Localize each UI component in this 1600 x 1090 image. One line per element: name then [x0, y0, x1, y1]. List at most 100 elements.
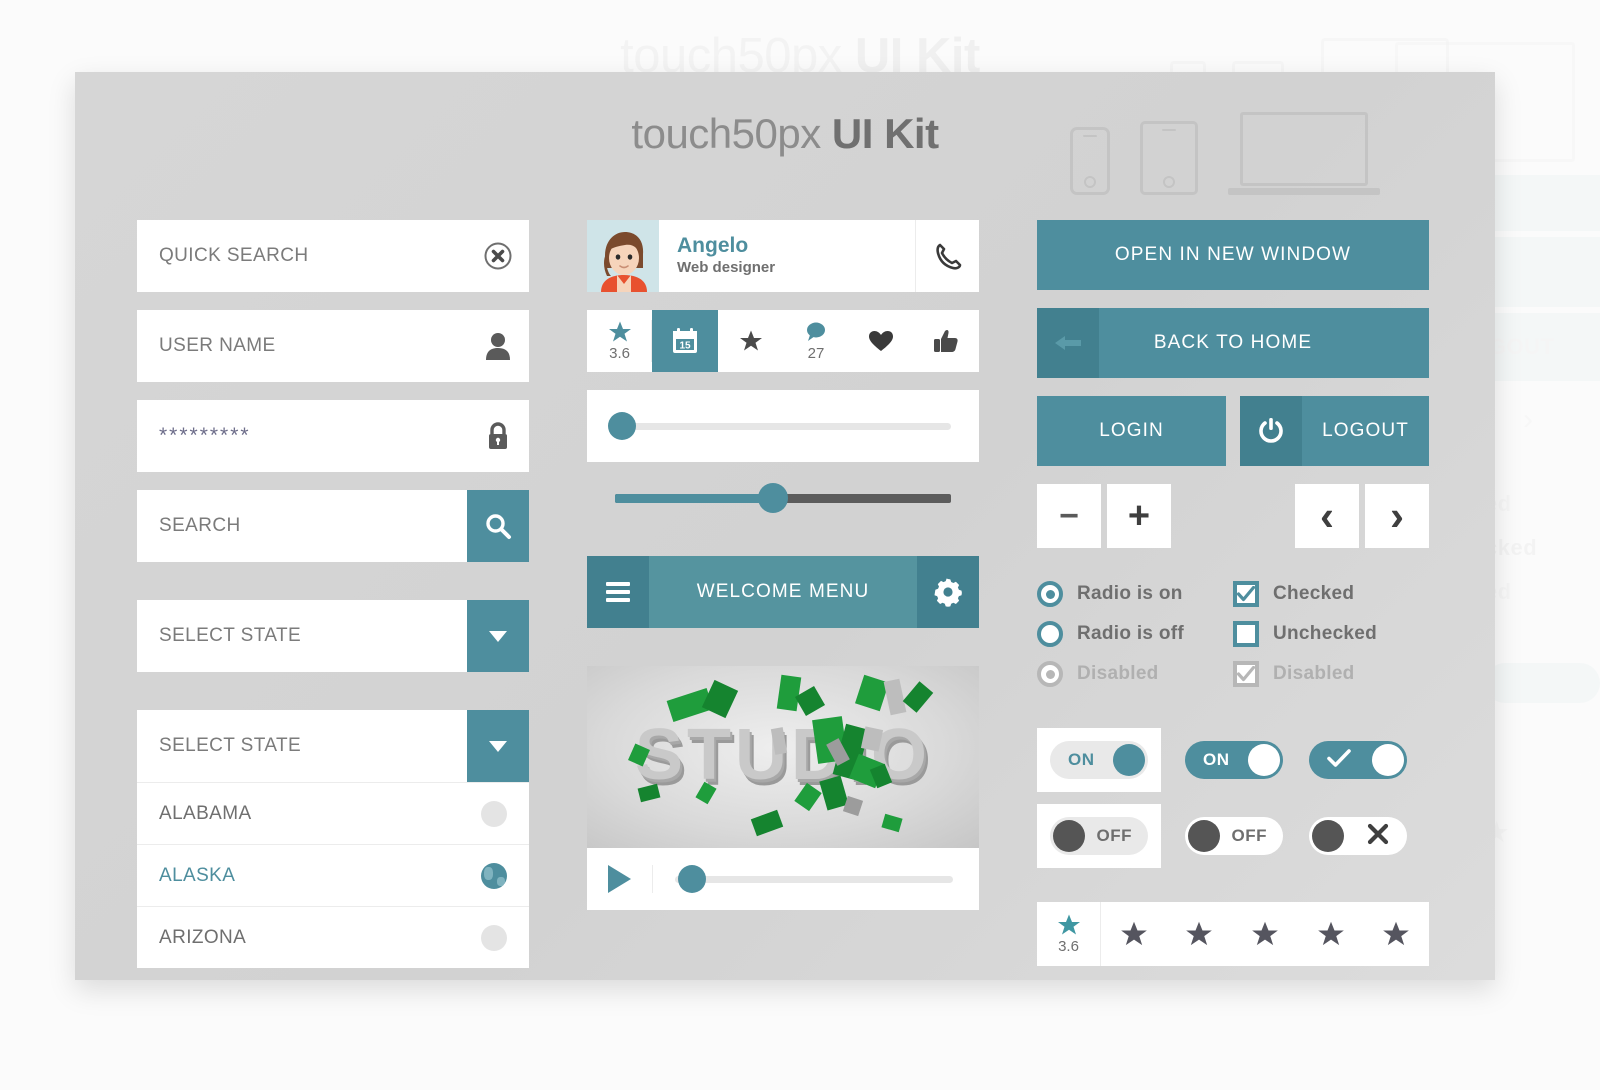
radio-off-label: Radio is off — [1077, 623, 1185, 644]
rating-star-3[interactable] — [1232, 902, 1298, 966]
checkbox-checked[interactable]: Checked — [1233, 574, 1429, 614]
list-item[interactable]: ALASKA — [137, 844, 529, 906]
list-item[interactable]: ARIZONA — [137, 906, 529, 968]
player-progress-knob[interactable] — [677, 865, 706, 893]
rating-star-1[interactable] — [1101, 902, 1167, 966]
list-item[interactable]: ALABAMA — [137, 782, 529, 844]
ghost-bar — [1485, 237, 1600, 307]
checkbox-disabled-label: Disabled — [1273, 663, 1355, 684]
chevron-down-icon[interactable] — [467, 600, 529, 672]
ui-kit-panel: touch50px UI Kit QUICK SEARCH USER NAME … — [75, 72, 1495, 980]
toggle-knob[interactable] — [1248, 744, 1280, 776]
slider-fill — [615, 493, 773, 503]
globe-icon — [481, 862, 507, 889]
quick-search-field[interactable]: QUICK SEARCH — [137, 220, 529, 292]
chevron-right-icon: › — [1390, 492, 1404, 540]
toggle-knob[interactable] — [1053, 820, 1085, 852]
calendar-icon[interactable]: 15 — [652, 310, 719, 372]
video-thumbnail[interactable]: STUDIO — [587, 666, 979, 848]
chevron-down-icon[interactable] — [467, 710, 529, 782]
checkbox-icon[interactable] — [1233, 581, 1259, 607]
slider-knob[interactable] — [757, 483, 788, 513]
thumbs-up-icon[interactable] — [914, 310, 979, 372]
slider-knob[interactable] — [607, 412, 636, 440]
bare-slider[interactable] — [587, 478, 979, 518]
back-to-home-button[interactable]: BACK TO HOME — [1037, 308, 1429, 378]
slider-card[interactable] — [587, 390, 979, 462]
search-field[interactable]: SEARCH — [137, 490, 529, 562]
open-new-window-button[interactable]: OPEN IN NEW WINDOW — [1037, 220, 1429, 290]
stepper-minus-button[interactable]: − — [1037, 484, 1101, 548]
toggle-on-solid[interactable]: ON — [1185, 741, 1283, 779]
user-icon — [467, 332, 529, 360]
ghost-frag-3: ed — [1485, 579, 1512, 604]
radio-icon[interactable] — [1037, 581, 1063, 607]
comment-icon[interactable]: 27 — [783, 310, 848, 372]
middle-column: Angelo Web designer 3.6 15 27 WELCOME ME… — [587, 220, 979, 968]
toggle-row-on: ON ON — [1037, 728, 1429, 792]
rating-star-2[interactable] — [1167, 902, 1233, 966]
checkbox-icon[interactable] — [1233, 621, 1259, 647]
rating-value: 3.6 — [609, 345, 631, 362]
user-name-field[interactable]: USER NAME — [137, 310, 529, 382]
rating-star-4[interactable] — [1298, 902, 1364, 966]
chevron-left-icon: ‹ — [1320, 492, 1334, 540]
hamburger-icon[interactable] — [587, 556, 649, 628]
toggle-on-framed[interactable]: ON — [1050, 741, 1148, 779]
toggle-on-framed-label: ON — [1068, 750, 1095, 769]
phone-device-icon — [1070, 127, 1110, 195]
page-title-light: touch50px — [631, 110, 821, 157]
radio-icon[interactable] — [1037, 621, 1063, 647]
toggle-off-solid[interactable]: OFF — [1185, 817, 1283, 855]
toggle-knob[interactable] — [1312, 820, 1344, 852]
toggle-off-cross[interactable] — [1309, 817, 1407, 855]
radio-disabled: Disabled — [1037, 654, 1233, 694]
player-controls — [587, 848, 979, 910]
radio-checkbox-group: Radio is on Radio is off Disabled Checke… — [1037, 574, 1429, 694]
rating-widget[interactable]: 3.6 — [1037, 902, 1429, 966]
star-icon[interactable] — [718, 310, 783, 372]
login-button[interactable]: LOGIN — [1037, 396, 1226, 466]
phone-icon[interactable] — [915, 220, 979, 292]
plus-icon: + — [1127, 495, 1151, 537]
comment-count: 27 — [807, 345, 825, 362]
player-progress-track[interactable] — [675, 865, 953, 893]
select-state-collapsed[interactable]: SELECT STATE — [137, 600, 529, 672]
laptop-device-icon — [1228, 112, 1380, 195]
search-label: SEARCH — [159, 515, 241, 536]
welcome-menu-bar[interactable]: WELCOME MENU — [587, 556, 979, 628]
play-icon[interactable] — [587, 865, 653, 893]
quick-search-label: QUICK SEARCH — [159, 245, 309, 266]
ghost-right-column: GOUT › ed cked ed ★ — [1485, 175, 1600, 848]
rating-star-cell[interactable]: 3.6 — [587, 310, 653, 372]
password-field[interactable]: ********* — [137, 400, 529, 472]
toggle-on-solid-label: ON — [1203, 750, 1230, 769]
pager-next-button[interactable]: › — [1365, 484, 1429, 548]
stepper-plus-button[interactable]: + — [1107, 484, 1171, 548]
password-value: ********* — [159, 424, 251, 447]
checkbox-unchecked[interactable]: Unchecked — [1233, 614, 1429, 654]
select-state-trigger[interactable]: SELECT STATE — [137, 710, 529, 782]
screenshot-stage: touch50px UI Kit GOUT › ed cked ed ★ tou… — [0, 0, 1600, 1090]
radio-off[interactable]: Radio is off — [1037, 614, 1233, 654]
search-icon[interactable] — [467, 490, 529, 562]
pager-prev-button[interactable]: ‹ — [1295, 484, 1359, 548]
clear-circle-icon[interactable] — [467, 241, 529, 271]
slider-track[interactable] — [615, 483, 951, 513]
logout-button[interactable]: LOGOUT — [1240, 396, 1429, 466]
close-icon — [1367, 823, 1389, 850]
toggle-knob[interactable] — [1188, 820, 1220, 852]
profile-card[interactable]: Angelo Web designer — [587, 220, 979, 292]
radio-on[interactable]: Radio is on — [1037, 574, 1233, 614]
gear-icon[interactable] — [917, 556, 979, 628]
toggle-knob[interactable] — [1113, 744, 1145, 776]
checkbox-checked-label: Checked — [1273, 583, 1355, 604]
heart-icon[interactable] — [849, 310, 914, 372]
toggle-off-framed[interactable]: OFF — [1050, 817, 1148, 855]
slider-track[interactable] — [607, 412, 951, 440]
logout-label: LOGOUT — [1322, 420, 1409, 441]
toggle-on-check[interactable] — [1309, 741, 1407, 779]
ghost-toggle — [1485, 663, 1600, 703]
toggle-knob[interactable] — [1372, 744, 1404, 776]
rating-star-5[interactable] — [1363, 902, 1429, 966]
